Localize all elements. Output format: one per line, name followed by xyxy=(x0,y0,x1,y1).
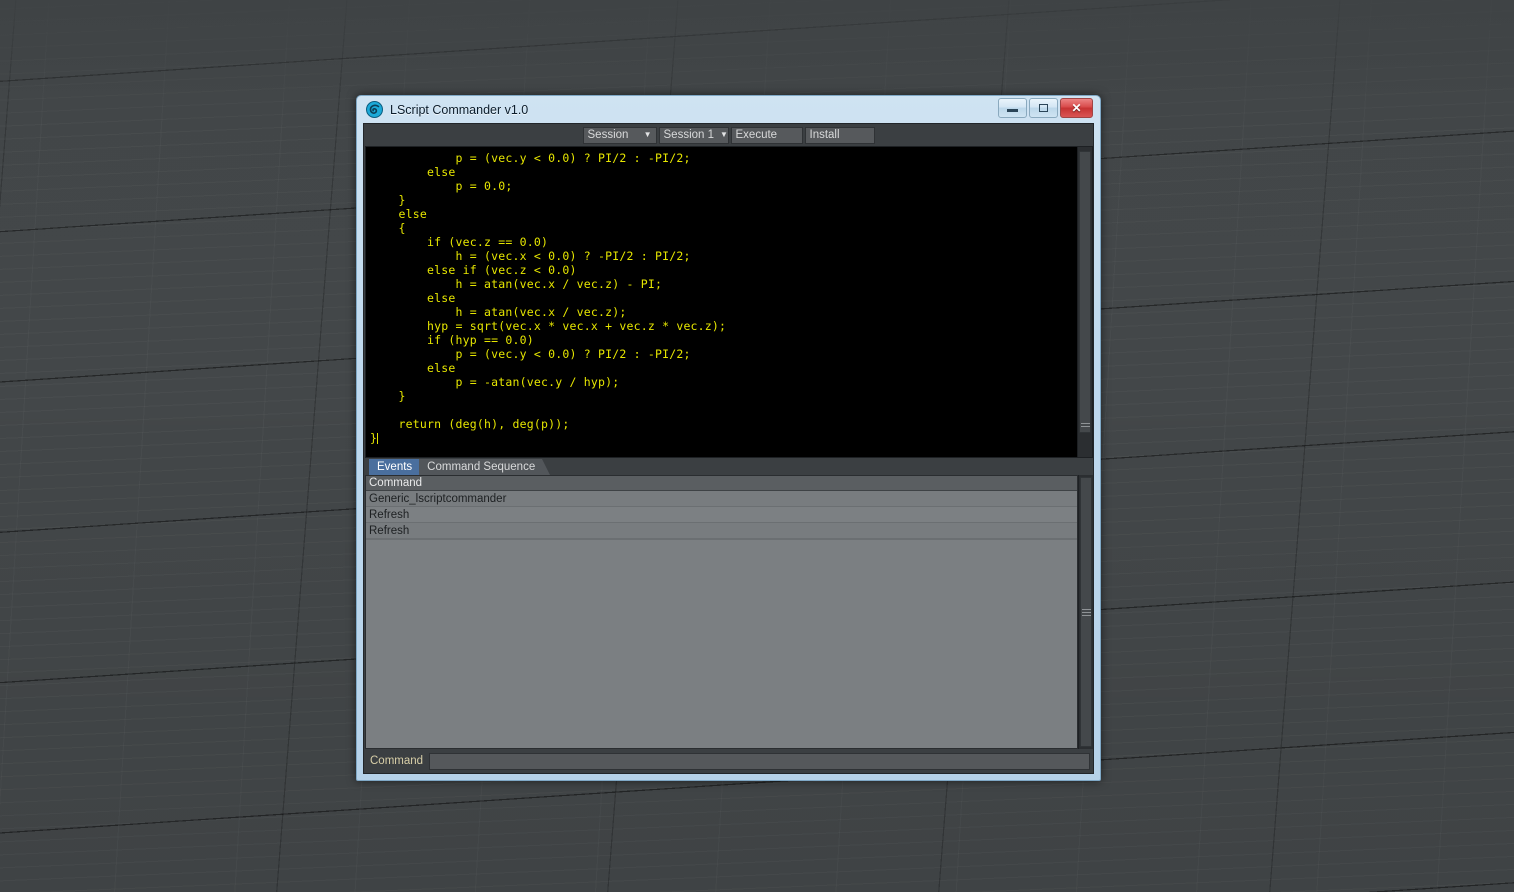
session-type-value: Session xyxy=(587,129,629,141)
lscript-swirl-icon xyxy=(366,101,383,118)
close-button[interactable]: ✕ xyxy=(1060,98,1093,118)
tab-label: Command Sequence xyxy=(427,461,536,473)
close-icon: ✕ xyxy=(1071,101,1082,115)
session-instance-dropdown[interactable]: Session 1 ▼ xyxy=(658,126,729,144)
maximize-button[interactable] xyxy=(1029,98,1058,118)
tab-slant-edge xyxy=(542,459,551,475)
chevron-down-icon: ▼ xyxy=(720,129,728,139)
minimize-icon xyxy=(1007,109,1018,112)
tab-bar[interactable]: Events Command Sequence xyxy=(364,458,1093,475)
table-cell-command: Refresh xyxy=(369,524,410,537)
events-list-region: Command Generic_lscriptcommander Refresh R… xyxy=(365,475,1093,749)
scrollbar-grip-icon xyxy=(1081,607,1091,618)
minimize-button[interactable] xyxy=(998,98,1027,118)
window-title: LScript Commander v1.0 xyxy=(390,102,529,117)
lscript-commander-window[interactable]: LScript Commander v1.0 ✕ Session ▼ Sessi… xyxy=(356,95,1101,781)
events-scrollbar-thumb[interactable] xyxy=(1080,477,1092,747)
command-label: Command xyxy=(370,755,424,767)
tab-events[interactable]: Events xyxy=(369,459,428,475)
column-header-command: Command xyxy=(366,476,1077,491)
window-titlebar[interactable]: LScript Commander v1.0 ✕ xyxy=(363,96,1094,123)
table-row[interactable]: Generic_lscriptcommander xyxy=(366,491,1077,507)
events-rows[interactable]: Generic_lscriptcommander Refresh Refresh xyxy=(366,491,1077,539)
text-caret xyxy=(377,433,379,444)
chevron-down-icon: ▼ xyxy=(643,129,652,139)
command-bar: Command xyxy=(364,749,1093,773)
table-row[interactable]: Refresh xyxy=(366,507,1077,523)
events-empty-area xyxy=(366,539,1077,748)
editor-scrollbar-thumb[interactable] xyxy=(1079,151,1091,433)
events-table[interactable]: Command Generic_lscriptcommander Refresh R… xyxy=(365,475,1078,749)
table-cell-command: Refresh xyxy=(369,508,410,521)
scrollbar-grip-icon xyxy=(1080,421,1090,429)
window-caption-buttons[interactable]: ✕ xyxy=(998,98,1093,118)
tab-label: Events xyxy=(377,461,413,473)
command-input[interactable] xyxy=(429,752,1090,770)
session-instance-value: Session 1 xyxy=(663,129,715,141)
table-cell-command: Generic_lscriptcommander xyxy=(369,492,507,505)
tab-command-sequence[interactable]: Command Sequence xyxy=(419,459,551,475)
lscript-code-editor[interactable]: p = (vec.y < 0.0) ? PI/2 : -PI/2; else p… xyxy=(366,147,1077,457)
editor-region: p = (vec.y < 0.0) ? PI/2 : -PI/2; else p… xyxy=(365,146,1093,458)
editor-vertical-scrollbar[interactable] xyxy=(1077,147,1092,457)
events-vertical-scrollbar[interactable] xyxy=(1078,475,1093,749)
maximize-icon xyxy=(1039,104,1048,112)
execute-button[interactable]: Execute xyxy=(730,126,803,144)
toolbar: Session ▼ Session 1 ▼ Execute Install xyxy=(364,124,1093,146)
install-button[interactable]: Install xyxy=(804,126,875,144)
table-row[interactable]: Refresh xyxy=(366,523,1077,539)
window-client-area: Session ▼ Session 1 ▼ Execute Install p … xyxy=(363,123,1094,774)
session-type-dropdown[interactable]: Session ▼ xyxy=(582,126,657,144)
